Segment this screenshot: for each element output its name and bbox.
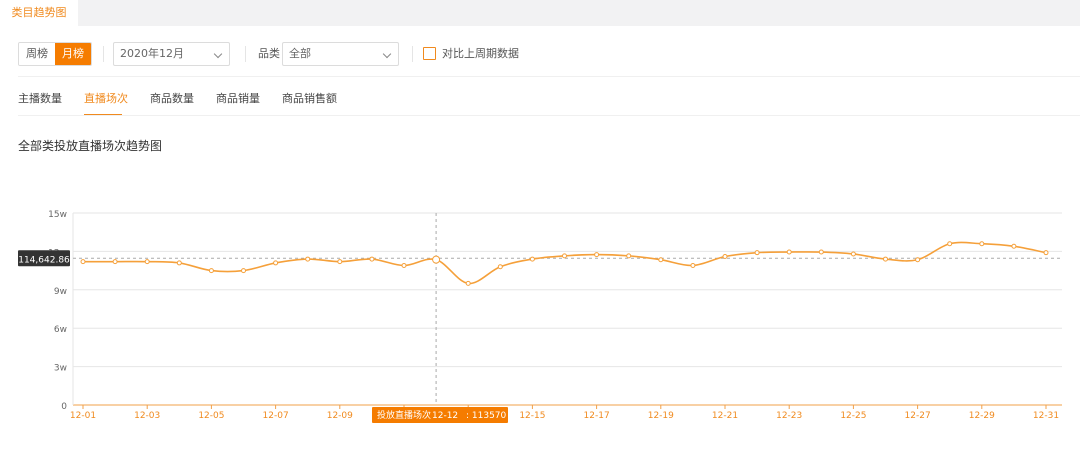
- data-point: [915, 257, 921, 263]
- y-tick-label: 3w: [54, 364, 67, 374]
- x-tick-label: 12-07: [263, 411, 289, 421]
- data-point: [241, 268, 246, 274]
- data-point: [722, 254, 728, 260]
- data-point: [658, 257, 664, 263]
- data-point: [979, 241, 985, 247]
- data-point: [305, 256, 311, 262]
- data-point: [818, 249, 824, 255]
- data-point: [626, 253, 632, 259]
- x-crosshair-tooltip: 投放直播场次 12-12 : 113570: [372, 407, 508, 423]
- x-tick-label: 12-29: [969, 411, 995, 421]
- x-tick-label: 12-25: [840, 411, 866, 421]
- x-tick-label: 12-05: [198, 411, 224, 421]
- data-point: [1011, 243, 1017, 249]
- data-point: [850, 251, 856, 257]
- x-tick-label: 12-21: [712, 411, 738, 421]
- data-point: [1043, 250, 1049, 256]
- x-tick-label: 12-19: [648, 411, 674, 421]
- data-point: [497, 264, 503, 270]
- line-chart[interactable]: 03w6w9w12w15w12-0112-0312-0512-0712-0912…: [0, 0, 1080, 466]
- tooltip-series-label: 投放直播场次: [377, 409, 431, 421]
- y-tick-label: 0: [61, 402, 67, 412]
- data-point: [690, 262, 696, 268]
- x-tick-label: 12-01: [70, 411, 96, 421]
- data-point: [594, 252, 600, 258]
- tooltip-value: : 113570: [466, 411, 507, 421]
- data-point: [432, 255, 441, 264]
- data-point: [112, 259, 118, 265]
- x-tick-label: 12-23: [776, 411, 802, 421]
- y-tick-label: 6w: [54, 325, 67, 335]
- x-tick-label: 12-03: [134, 411, 160, 421]
- x-tick-label: 12-15: [519, 411, 545, 421]
- data-point: [754, 250, 760, 256]
- data-point: [947, 241, 953, 247]
- data-point: [80, 259, 86, 265]
- x-tick-label: 12-27: [905, 411, 931, 421]
- data-point: [465, 280, 471, 286]
- data-point: [562, 253, 567, 259]
- x-tick-label: 12-17: [584, 411, 610, 421]
- data-point: [208, 268, 214, 274]
- y-crosshair-label: 114,642.86: [18, 250, 70, 267]
- tooltip-date: 12-12: [432, 411, 458, 421]
- data-point: [883, 256, 888, 262]
- x-tick-label: 12-09: [327, 411, 353, 421]
- y-crosshair-value: 114,642.86: [18, 255, 70, 265]
- series-line: [83, 241, 1047, 285]
- x-tick-label: 12-31: [1033, 411, 1059, 421]
- data-point: [337, 259, 343, 265]
- data-point: [369, 256, 375, 262]
- y-tick-label: 9w: [54, 287, 67, 297]
- data-point: [401, 262, 407, 268]
- data-point: [529, 256, 535, 262]
- data-point: [273, 260, 279, 266]
- data-point: [144, 259, 150, 265]
- data-point: [786, 249, 792, 255]
- data-point: [176, 260, 182, 266]
- y-tick-label: 15w: [48, 210, 67, 220]
